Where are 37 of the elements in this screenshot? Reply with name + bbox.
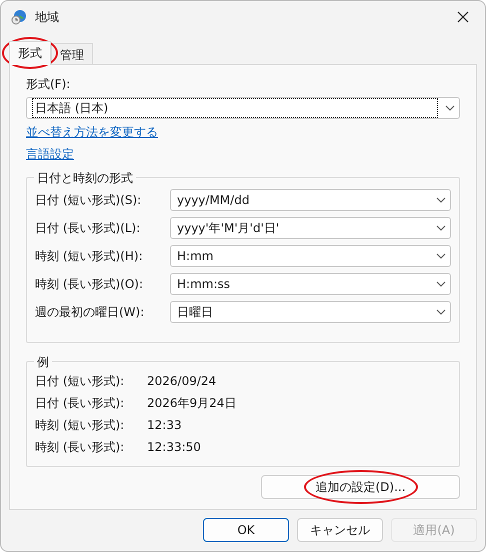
example-value: 2026年9月24日 <box>147 395 236 412</box>
additional-settings-button[interactable]: 追加の設定(D)... <box>261 475 460 499</box>
example-value: 12:33 <box>147 417 182 434</box>
dialog-button[interactable]: キャンセル <box>297 518 383 542</box>
chevron-down-icon <box>436 253 446 259</box>
chevron-down-icon <box>436 281 446 287</box>
group-title: 日付と時刻の形式 <box>34 169 136 187</box>
example-value: 2026/09/24 <box>147 373 216 390</box>
link[interactable]: 言語設定 <box>26 145 74 163</box>
example-label: 日付 (短い形式): <box>35 373 126 390</box>
format-dropdown[interactable]: yyyy/MM/dd <box>170 189 451 211</box>
field-label: 日付 (短い形式)(S): <box>35 192 142 209</box>
example-label: 日付 (長い形式): <box>35 395 126 412</box>
chevron-down-icon <box>436 197 446 203</box>
format-dropdown[interactable]: yyyy'年'M'月'd'日' <box>170 217 451 239</box>
field-label: 時刻 (長い形式)(O): <box>35 276 144 293</box>
field-label: 日付 (長い形式)(L): <box>35 220 142 237</box>
chevron-down-icon <box>436 225 446 231</box>
field-label: 形式(F): <box>26 76 72 93</box>
format-dropdown[interactable]: 日曜日 <box>170 301 451 323</box>
tab[interactable]: 形式 <box>9 41 51 65</box>
chevron-down-icon <box>436 309 446 315</box>
field-label: 時刻 (短い形式)(H): <box>35 248 144 265</box>
chevron-down-icon <box>445 105 455 111</box>
format-dropdown[interactable]: H:mm:ss <box>170 273 451 295</box>
globe-icon <box>11 9 27 25</box>
window-title: 地域 <box>35 9 60 26</box>
field-label: 週の最初の曜日(W): <box>35 304 146 321</box>
format-dropdown[interactable]: H:mm <box>170 245 451 267</box>
format-dropdown[interactable]: 日本語 (日本) <box>26 97 460 119</box>
dialog-button[interactable]: OK <box>203 518 289 542</box>
tab[interactable]: 管理 <box>51 43 93 65</box>
link[interactable]: 並べ替え方法を変更する <box>26 123 158 141</box>
close-icon[interactable] <box>457 11 469 23</box>
example-label: 時刻 (短い形式): <box>35 417 126 434</box>
example-value: 12:33:50 <box>147 439 201 456</box>
example-label: 時刻 (長い形式): <box>35 439 126 456</box>
